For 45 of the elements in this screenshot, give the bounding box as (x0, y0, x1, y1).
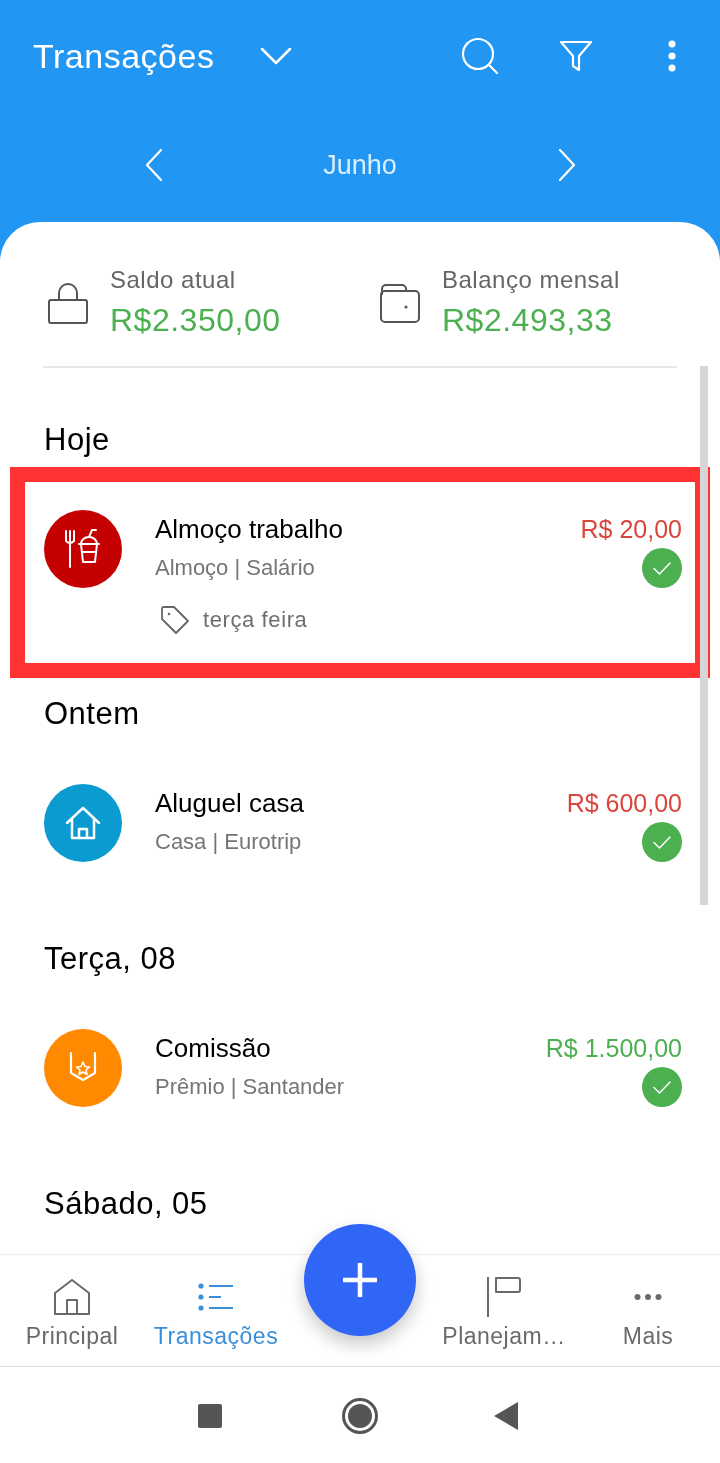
section-heading: Sábado, 05 (44, 1186, 209, 1222)
nav-tab[interactable]: Planejam… (432, 1255, 576, 1366)
triangle-icon[interactable] (494, 1401, 518, 1430)
more-icon (634, 1293, 662, 1301)
section-heading: Ontem (44, 696, 141, 732)
summary-value: R$2.493,33 (442, 301, 614, 340)
list-icon (198, 1283, 234, 1311)
nav-tab[interactable]: Principal (0, 1255, 144, 1366)
flag-icon (486, 1276, 522, 1318)
chevron-right-icon[interactable] (557, 148, 576, 182)
add-button[interactable] (304, 1224, 416, 1336)
square-icon[interactable] (198, 1403, 222, 1428)
transaction-row[interactable]: Aluguel casa R$ 600,00 Casa | Eurotrip (10, 741, 710, 923)
lock-icon (48, 282, 88, 324)
circle-icon[interactable] (342, 1397, 378, 1434)
transaction-subtitle: Casa | Eurotrip (155, 828, 302, 856)
transaction-amount: R$ 20,00 (580, 514, 682, 545)
filter-icon[interactable] (559, 40, 593, 72)
wallet-icon (380, 283, 420, 323)
transaction-amount: R$ 600,00 (566, 788, 682, 819)
transaction-row[interactable]: Comissão R$ 1.500,00 Prêmio | Santander (10, 986, 710, 1168)
plus-icon (343, 1263, 377, 1297)
transaction-amount: R$ 1.500,00 (545, 1033, 682, 1064)
nav-tab[interactable]: Transações (144, 1255, 288, 1366)
section-heading: Hoje (44, 422, 111, 458)
transaction-title: Almoço trabalho (155, 513, 343, 545)
title-dropdown[interactable]: Transações (33, 36, 293, 76)
month-label: Junho (323, 149, 397, 182)
transaction-title: Aluguel casa (155, 787, 304, 819)
chevron-down-icon (260, 47, 293, 65)
search-icon[interactable] (461, 37, 499, 75)
summary-label: Balanço mensal (442, 266, 620, 294)
house-icon (53, 1278, 91, 1316)
nav-tab[interactable]: Mais (576, 1255, 720, 1366)
chevron-left-icon[interactable] (144, 148, 163, 182)
transaction-subtitle: Prêmio | Santander (155, 1073, 345, 1101)
transaction-title: Comissão (155, 1032, 271, 1064)
section-heading: Terça, 08 (44, 941, 177, 977)
transaction-tag: terça feira (203, 605, 308, 635)
more-icon[interactable] (667, 40, 677, 72)
transaction-row[interactable]: Almoço trabalho R$ 20,00 Almoço | Salário terça feira (10, 467, 710, 678)
summary-value: R$2.350,00 (110, 301, 281, 340)
summary-label: Saldo atual (110, 266, 237, 294)
tag-icon (160, 605, 190, 635)
transaction-subtitle: Almoço | Salário (155, 554, 315, 582)
